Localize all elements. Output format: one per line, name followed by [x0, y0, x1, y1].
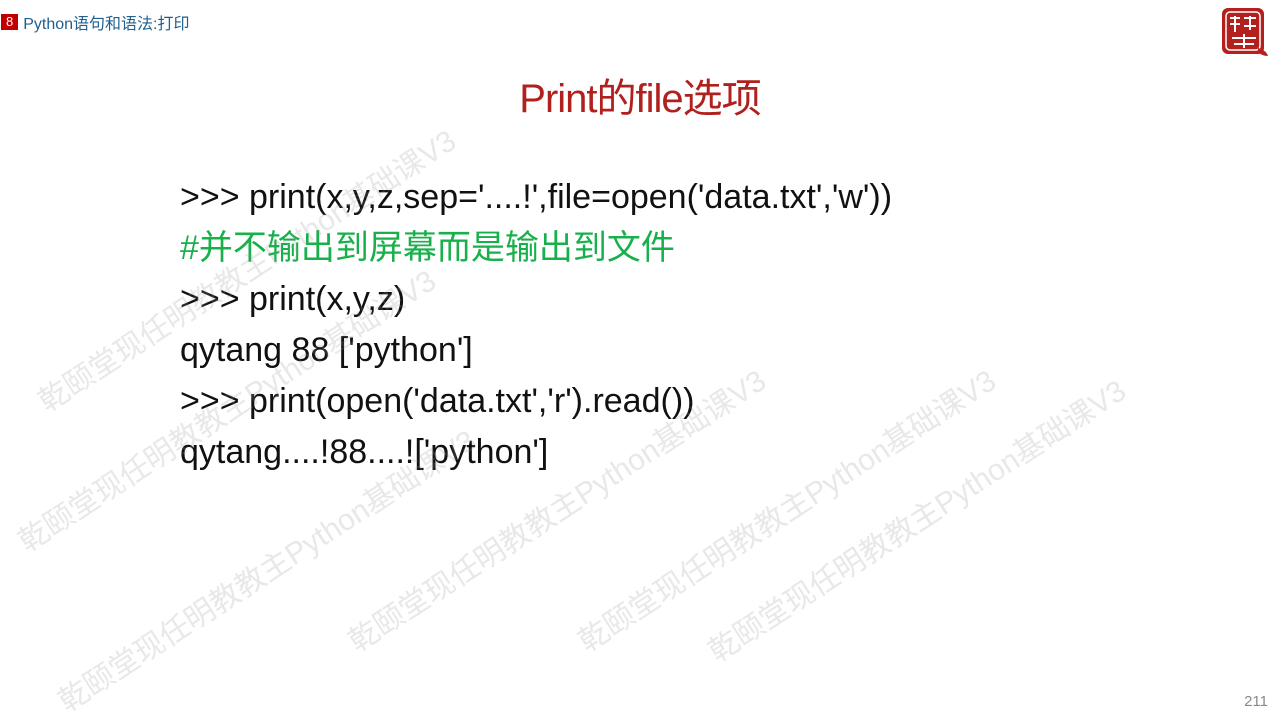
slide-title: Print的file选项: [519, 77, 761, 121]
slide-header: 8 Python语句和语法:打印: [0, 10, 190, 34]
seal-logo-icon: [1220, 6, 1272, 62]
code-line-print: >>> print(x,y,z): [180, 280, 406, 318]
chapter-title: Python语句和语法:打印: [23, 16, 190, 33]
code-line-print-to-file: >>> print(x,y,z,sep='....!',file=open('d…: [180, 178, 893, 216]
page-number: 211: [1244, 693, 1268, 710]
chapter-number-badge: 8: [1, 14, 19, 30]
code-line-read-file: >>> print(open('data.txt','r').read()): [180, 382, 695, 420]
code-comment-line: #并不输出到屏幕而是输出到文件: [180, 229, 675, 267]
code-example-block: >>> print(x,y,z,sep='....!',file=open('d…: [180, 172, 892, 478]
output-line: qytang 88 ['python']: [180, 331, 473, 369]
output-line-file-content: qytang....!88....!['python']: [180, 433, 549, 471]
